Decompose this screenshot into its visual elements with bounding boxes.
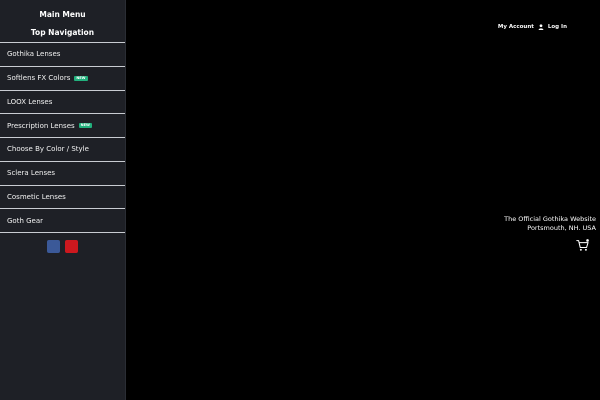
new-badge: NEW [74,75,88,81]
sidebar-item-loox-lenses[interactable]: LOOX Lenses [0,91,125,115]
tagline-line-2: Portsmouth, NH. USA [527,224,596,232]
cart-icon[interactable] [576,239,589,252]
sidebar-nav-list: Gothika Lenses Softlens FX Colors NEW LO… [0,42,125,233]
sidebar-item-gothika-lenses[interactable]: Gothika Lenses [0,43,125,67]
sidebar-item-softlens-fx-colors[interactable]: Softlens FX Colors NEW [0,67,125,91]
new-badge: NEW [78,123,92,129]
sidebar-item-prescription-lenses[interactable]: Prescription Lenses NEW [0,114,125,138]
sidebar-item-label: LOOX Lenses [7,97,53,106]
tagline-line-1: The Official Gothika Website [504,215,596,223]
sidebar-item-cosmetic-lenses[interactable]: Cosmetic Lenses [0,186,125,210]
account-links: My Account Log In [498,24,567,30]
youtube-icon[interactable] [65,240,78,253]
main-menu-title: Main Menu [39,10,86,19]
sidebar-item-goth-gear[interactable]: Goth Gear [0,209,125,233]
sidebar-menu: Main Menu Top Navigation Gothika Lenses … [0,0,126,400]
sidebar-item-label: Choose By Color / Style [7,145,89,154]
site-tagline: The Official Gothika Website Portsmouth,… [504,215,596,233]
sidebar-item-label: Prescription Lenses [7,121,75,130]
user-icon [538,24,544,30]
my-account-link[interactable]: My Account [498,24,534,30]
log-in-link[interactable]: Log In [548,24,567,30]
facebook-icon[interactable] [47,240,60,253]
social-links [0,240,125,253]
sidebar-item-label: Gothika Lenses [7,50,61,59]
sidebar-item-label: Softlens FX Colors [7,74,71,83]
page: Main Menu Top Navigation Gothika Lenses … [0,0,600,400]
sidebar-item-label: Sclera Lenses [7,169,56,178]
sidebar-item-label: Goth Gear [7,216,44,225]
sidebar-item-sclera-lenses[interactable]: Sclera Lenses [0,162,125,186]
sidebar-item-label: Cosmetic Lenses [7,192,66,201]
top-navigation-title: Top Navigation [30,28,95,37]
sidebar-item-choose-by-color-style[interactable]: Choose By Color / Style [0,138,125,162]
